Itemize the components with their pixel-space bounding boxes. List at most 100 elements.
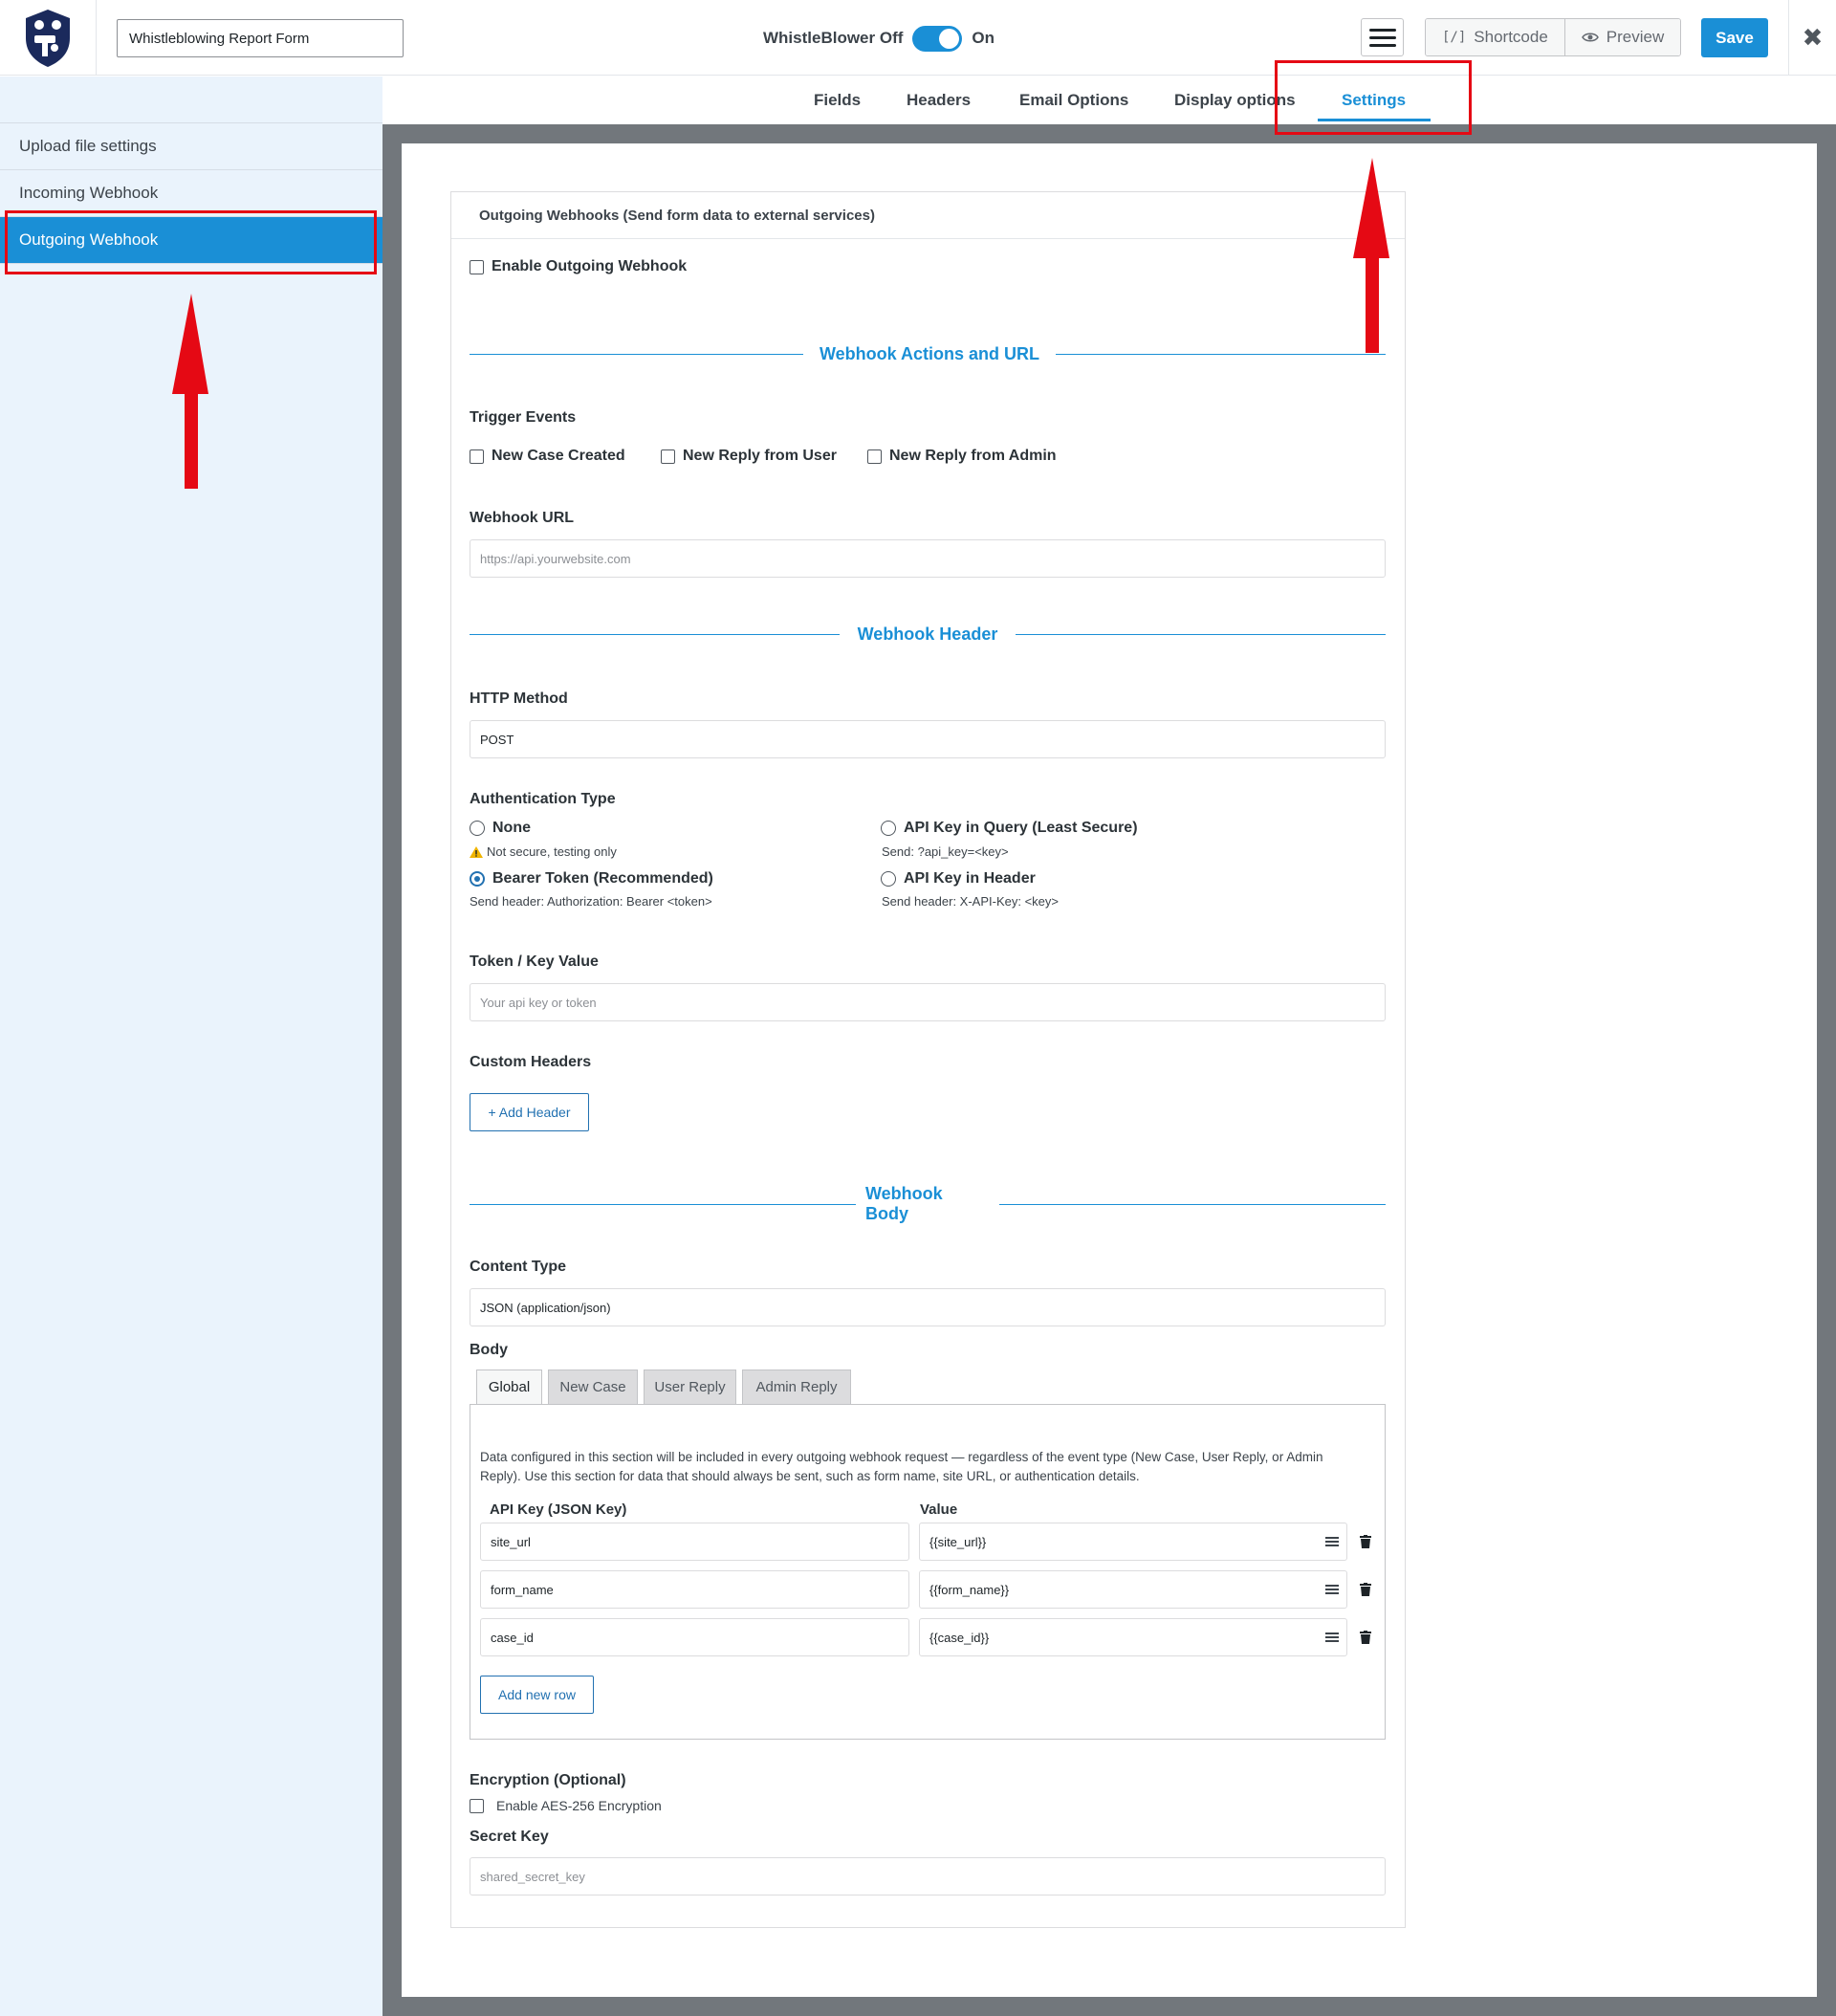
card-title: Outgoing Webhooks (Send form data to ext… xyxy=(451,192,1405,239)
body-tab-new-case[interactable]: New Case xyxy=(548,1370,638,1404)
sidebar-spacer xyxy=(0,77,382,123)
trigger-new-case-label: New Case Created xyxy=(492,448,625,464)
tab-headers[interactable]: Headers xyxy=(907,77,971,124)
body-tab-global[interactable]: Global xyxy=(476,1370,542,1404)
toggle-switch[interactable] xyxy=(912,25,963,52)
logo-cell xyxy=(0,0,97,76)
auth-bearer-label: Bearer Token (Recommended) xyxy=(492,870,713,887)
content-type-select[interactable]: JSON (application/json) xyxy=(470,1288,1386,1326)
enable-webhook-row[interactable]: Enable Outgoing Webhook xyxy=(470,258,687,275)
trigger-admin-reply-label: New Reply from Admin xyxy=(889,448,1057,464)
webhook-url-input[interactable]: https://api.yourwebsite.com xyxy=(470,539,1386,578)
encryption-label: Encryption (Optional) xyxy=(470,1772,626,1788)
editor-tabs: Fields Headers Email Options Display opt… xyxy=(382,77,1836,124)
shield-logo-icon xyxy=(26,9,70,67)
auth-header-radio[interactable] xyxy=(881,871,896,887)
trash-icon[interactable] xyxy=(1360,1583,1371,1596)
menu-icon-bar xyxy=(1368,28,1396,32)
auth-header-note: Send header: X-API-Key: <key> xyxy=(882,894,1059,909)
webhook-url-label: Webhook URL xyxy=(470,510,575,526)
tab-email-options[interactable]: Email Options xyxy=(1019,77,1128,124)
preview-label: Preview xyxy=(1606,28,1665,46)
auth-bearer-radio[interactable] xyxy=(470,871,485,887)
trash-icon[interactable] xyxy=(1360,1631,1371,1644)
annotation-box-settings-tab xyxy=(1275,60,1472,135)
http-method-label: HTTP Method xyxy=(470,690,568,707)
encryption-row[interactable]: Enable AES-256 Encryption xyxy=(470,1798,662,1813)
annotation-box-outgoing-webhook xyxy=(5,210,377,274)
hamburger-menu-button[interactable] xyxy=(1361,18,1404,56)
variable-menu-icon[interactable] xyxy=(1325,1537,1339,1546)
eye-icon xyxy=(1581,33,1599,42)
trigger-admin-reply-row[interactable]: New Reply from Admin xyxy=(867,448,1057,465)
auth-bearer-note: Send header: Authorization: Bearer <toke… xyxy=(470,894,712,909)
auth-query-radio[interactable] xyxy=(881,821,896,836)
shortcode-button[interactable]: [/] Shortcode xyxy=(1426,19,1564,55)
form-title-input[interactable]: Whistleblowing Report Form xyxy=(117,19,404,57)
tab-fields[interactable]: Fields xyxy=(814,77,861,124)
body-tab-user-reply[interactable]: User Reply xyxy=(644,1370,736,1404)
auth-none-label: None xyxy=(492,820,531,836)
auth-query-label: API Key in Query (Least Secure) xyxy=(904,820,1138,836)
token-label: Token / Key Value xyxy=(470,953,599,970)
section-title-actions: Webhook Actions and URL xyxy=(803,342,1056,365)
top-bar: Whistleblowing Report Form WhistleBlower… xyxy=(0,0,1836,76)
shortcode-label: Shortcode xyxy=(1474,28,1548,46)
secret-key-input[interactable]: shared_secret_key xyxy=(470,1857,1386,1895)
enable-webhook-checkbox[interactable] xyxy=(470,259,484,274)
toggle-off-label: WhistleBlower Off xyxy=(763,29,904,47)
auth-header-label: API Key in Header xyxy=(904,870,1036,887)
kv-key-header: API Key (JSON Key) xyxy=(490,1501,627,1518)
sidebar-item-upload-file-settings[interactable]: Upload file settings xyxy=(0,123,382,170)
menu-icon-bar xyxy=(1368,35,1396,39)
auth-none-option[interactable]: None xyxy=(470,820,531,837)
toggle-on-label: On xyxy=(972,29,995,47)
auth-none-radio[interactable] xyxy=(470,821,485,836)
annotation-arrow-up-icon xyxy=(172,294,208,489)
trigger-new-case-checkbox[interactable] xyxy=(470,449,484,464)
form-title-text: Whistleblowing Report Form xyxy=(129,30,310,47)
shortcode-icon: [/] xyxy=(1442,30,1467,45)
auth-query-note: Send: ?api_key=<key> xyxy=(882,844,1009,859)
trash-icon[interactable] xyxy=(1360,1535,1371,1548)
http-method-select[interactable]: POST xyxy=(470,720,1386,758)
custom-headers-label: Custom Headers xyxy=(470,1054,592,1070)
add-header-button[interactable]: + Add Header xyxy=(470,1093,589,1131)
preview-button[interactable]: Preview xyxy=(1563,19,1681,55)
kv-key-input[interactable]: case_id xyxy=(480,1618,909,1656)
whistleblower-toggle[interactable]: WhistleBlower Off On xyxy=(763,23,994,54)
trigger-user-reply-checkbox[interactable] xyxy=(661,449,675,464)
body-tab-admin-reply[interactable]: Admin Reply xyxy=(742,1370,851,1404)
auth-query-option[interactable]: API Key in Query (Least Secure) xyxy=(881,820,1138,837)
save-button[interactable]: Save xyxy=(1701,18,1768,57)
kv-value-input[interactable]: {{case_id}} xyxy=(919,1618,1347,1656)
secret-key-label: Secret Key xyxy=(470,1829,549,1845)
close-icon: ✖ xyxy=(1802,23,1824,53)
variable-menu-icon[interactable] xyxy=(1325,1585,1339,1594)
encryption-checkbox[interactable] xyxy=(470,1798,484,1813)
menu-icon-bar xyxy=(1368,43,1396,47)
token-input[interactable]: Your api key or token xyxy=(470,983,1386,1021)
variable-menu-icon[interactable] xyxy=(1325,1633,1339,1642)
trigger-events-label: Trigger Events xyxy=(470,409,577,426)
kv-key-input[interactable]: form_name xyxy=(480,1570,909,1609)
auth-header-option[interactable]: API Key in Header xyxy=(881,870,1036,887)
section-title-header: Webhook Header xyxy=(840,623,1016,646)
section-divider-actions: Webhook Actions and URL xyxy=(470,342,1386,365)
auth-bearer-option[interactable]: Bearer Token (Recommended) xyxy=(470,870,713,887)
body-label: Body xyxy=(470,1342,508,1358)
auth-none-note-row: Not secure, testing only xyxy=(470,844,617,859)
kv-key-input[interactable]: site_url xyxy=(480,1523,909,1561)
trigger-user-reply-row[interactable]: New Reply from User xyxy=(661,448,837,465)
body-description: Data configured in this section will be … xyxy=(480,1450,1323,1483)
add-new-row-button[interactable]: Add new row xyxy=(480,1676,594,1714)
trigger-user-reply-label: New Reply from User xyxy=(683,448,837,464)
kv-value-input[interactable]: {{site_url}} xyxy=(919,1523,1347,1561)
close-button[interactable]: ✖ xyxy=(1788,0,1836,76)
annotation-arrow-up-icon xyxy=(1353,158,1389,353)
kv-value-input[interactable]: {{form_name}} xyxy=(919,1570,1347,1609)
trigger-new-case-row[interactable]: New Case Created xyxy=(470,448,625,465)
trigger-admin-reply-checkbox[interactable] xyxy=(867,449,882,464)
auth-type-label: Authentication Type xyxy=(470,791,616,807)
enable-webhook-label: Enable Outgoing Webhook xyxy=(492,258,688,274)
